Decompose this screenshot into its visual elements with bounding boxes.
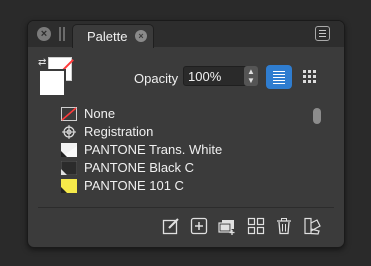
list-item[interactable]: PANTONE Trans. White <box>58 142 308 160</box>
swatch-chip-yellow <box>61 179 77 193</box>
registration-icon <box>61 125 77 139</box>
swatch-list: None Registration PANTONE Trans. White P… <box>58 106 318 211</box>
swatch-name: None <box>84 106 116 121</box>
swatch-library-icon[interactable] <box>303 217 321 235</box>
opacity-value: 100% <box>188 69 222 84</box>
scrollbar-thumb[interactable] <box>313 108 321 124</box>
drag-grip-icon[interactable] <box>59 27 65 41</box>
swatch-name: PANTONE Trans. White <box>84 142 223 157</box>
fill-stroke-selector[interactable]: ⇄ <box>38 57 82 97</box>
delete-icon[interactable] <box>275 217 293 235</box>
swatch-name: PANTONE 101 C <box>84 178 184 193</box>
swatch-name: PANTONE Black C <box>84 160 195 175</box>
edit-swatch-icon[interactable] <box>162 217 180 235</box>
palette-panel: × Palette × ⇄ Opacity 100% ▲ ▼ None Regi… <box>27 20 345 248</box>
none-swatch-icon <box>61 107 77 121</box>
new-swatch-group-icon[interactable] <box>218 217 236 235</box>
new-swatch-icon[interactable] <box>190 217 208 235</box>
list-item[interactable]: PANTONE 101 C <box>58 178 308 196</box>
list-item[interactable]: Registration <box>58 124 308 142</box>
swatch-chip-black <box>60 160 78 176</box>
grid-view-button[interactable] <box>302 68 318 84</box>
scrollbar[interactable] <box>313 108 321 206</box>
list-view-button[interactable] <box>266 65 292 89</box>
list-item[interactable]: PANTONE Black C <box>58 160 308 178</box>
opacity-stepper[interactable]: ▲ ▼ <box>244 66 258 86</box>
panel-titlebar: × Palette × <box>28 21 344 48</box>
divider <box>38 207 334 208</box>
tab-palette[interactable]: Palette × <box>72 24 154 48</box>
tab-label: Palette <box>87 29 128 44</box>
fill-swatch[interactable] <box>38 69 66 97</box>
panel-menu-icon[interactable] <box>315 26 330 41</box>
swatch-name: Registration <box>84 124 154 139</box>
swap-icon[interactable]: ⇄ <box>38 57 46 68</box>
list-item[interactable]: None <box>58 106 308 124</box>
tab-close-icon[interactable]: × <box>135 30 147 42</box>
swatch-chip-white <box>61 143 77 157</box>
close-icon[interactable]: × <box>37 27 51 41</box>
swatch-options-icon[interactable] <box>247 217 265 235</box>
opacity-label: Opacity <box>134 71 179 86</box>
